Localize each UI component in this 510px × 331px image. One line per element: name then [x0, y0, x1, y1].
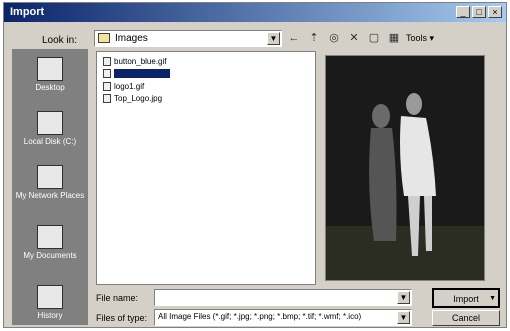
back-icon[interactable]: ←	[286, 30, 302, 46]
minimize-button[interactable]: _	[456, 6, 470, 18]
delete-icon[interactable]: ✕	[346, 30, 362, 46]
history-icon	[37, 285, 63, 309]
place-desktop[interactable]: Desktop	[12, 57, 88, 92]
list-item[interactable]: button_blue.gif	[103, 57, 167, 66]
tools-menu[interactable]: Tools ▾	[406, 33, 434, 44]
new-folder-icon[interactable]: ▢	[366, 30, 382, 46]
look-in-label: Look in:	[42, 35, 78, 46]
documents-icon	[37, 225, 63, 249]
list-item[interactable]: Top_Logo.jpg	[103, 94, 162, 103]
image-preview	[325, 55, 485, 281]
place-label: Desktop	[35, 83, 65, 92]
look-in-value: Images	[115, 33, 148, 44]
files-of-type-label: Files of type:	[96, 313, 148, 323]
place-label: My Network Places	[15, 191, 85, 200]
files-of-type-dropdown-icon[interactable]: ▼	[397, 311, 410, 324]
list-item-selected[interactable]	[103, 69, 170, 78]
image-file-icon	[103, 69, 111, 78]
file-name-input[interactable]: ▼	[154, 289, 412, 306]
place-local-disk[interactable]: Local Disk (C:)	[12, 111, 88, 146]
place-label: Local Disk (C:)	[23, 137, 77, 146]
place-label: History	[37, 311, 63, 320]
title-bar: Import _ □ ×	[4, 3, 506, 22]
place-network[interactable]: My Network Places	[12, 165, 88, 200]
up-folder-icon[interactable]: ⇡	[306, 30, 322, 46]
file-list[interactable]: button_blue.gif logo1.gif Top_Logo.jpg	[96, 51, 316, 285]
drive-icon	[37, 111, 63, 135]
image-file-icon	[103, 94, 111, 103]
place-history[interactable]: History	[12, 285, 88, 320]
import-dialog: Import _ □ × Look in: Images ▼ ← ⇡ ◎ ✕ ▢…	[3, 2, 507, 328]
place-my-documents[interactable]: My Documents	[12, 225, 88, 260]
file-name-label: File name:	[96, 293, 139, 303]
network-icon	[37, 165, 63, 189]
preview-photo	[326, 56, 484, 280]
look-in-combo[interactable]: Images ▼	[94, 30, 282, 47]
close-button[interactable]: ×	[488, 6, 502, 18]
dialog-title: Import	[10, 6, 45, 18]
split-arrow-icon[interactable]: ▼	[489, 290, 496, 308]
file-name-dropdown-icon[interactable]: ▼	[397, 291, 410, 304]
folder-icon	[98, 33, 110, 43]
cancel-button[interactable]: Cancel	[432, 310, 500, 326]
import-button[interactable]: Import ▼	[432, 288, 500, 308]
look-in-dropdown-icon[interactable]: ▼	[267, 32, 280, 45]
views-icon[interactable]: ▦	[386, 30, 402, 46]
files-of-type-select[interactable]: All Image Files (*.gif; *.jpg; *.png; *.…	[154, 309, 412, 326]
places-bar: Desktop Local Disk (C:) My Network Place…	[12, 49, 88, 325]
place-label: My Documents	[23, 251, 77, 260]
search-web-icon[interactable]: ◎	[326, 30, 342, 46]
maximize-button[interactable]: □	[472, 6, 486, 18]
dialog-toolbar: ← ⇡ ◎ ✕ ▢ ▦ Tools ▾	[286, 30, 435, 46]
image-file-icon	[103, 57, 111, 66]
desktop-icon	[37, 57, 63, 81]
image-file-icon	[103, 82, 111, 91]
list-item[interactable]: logo1.gif	[103, 82, 144, 91]
